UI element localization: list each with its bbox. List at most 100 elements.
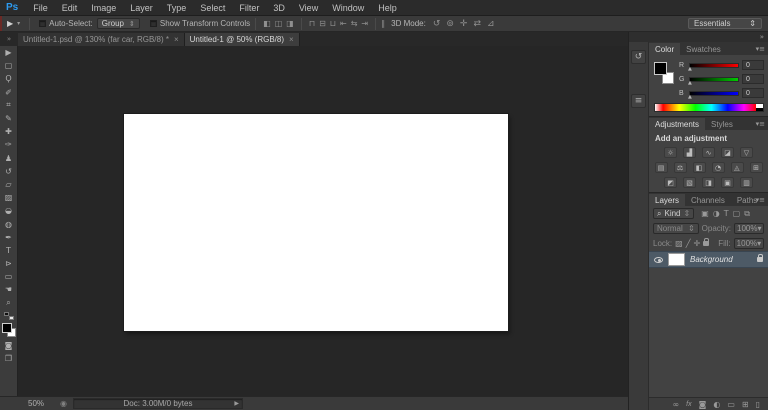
status-popup-arrow-icon[interactable]: ▶ — [234, 400, 239, 407]
screen-mode-button[interactable]: ❐ — [0, 352, 18, 365]
vibrance-icon[interactable]: ▽ — [740, 147, 753, 158]
color-lookup-icon[interactable]: ⊞ — [750, 162, 763, 173]
document-tab-untitled-1-psd[interactable]: Untitled-1.psd @ 130% (far car, RGB/8) *… — [18, 33, 185, 46]
posterize-icon[interactable]: ▧ — [683, 177, 696, 188]
tab-swatches[interactable]: Swatches — [680, 43, 727, 55]
filter-adjustment-layers-icon[interactable]: ◑ — [713, 209, 720, 219]
properties-panel-button[interactable]: ≡ — [631, 94, 646, 108]
red-value-field[interactable]: 0 — [742, 60, 764, 70]
show-transform-controls-checkbox[interactable] — [150, 20, 157, 27]
default-swap-colors-icon[interactable] — [4, 312, 14, 320]
menu-item-layer[interactable]: Layer — [123, 3, 160, 13]
align-top-edges-button[interactable]: ⊓ — [309, 19, 315, 28]
align-horizontal-centers-button[interactable]: ◫ — [275, 19, 283, 28]
zoom-level-field[interactable]: 50% — [28, 399, 54, 408]
blue-slider[interactable]: ▲ — [689, 91, 739, 96]
menu-item-image[interactable]: Image — [84, 3, 123, 13]
fill-dropdown[interactable]: 100% ▾ — [734, 238, 764, 249]
blur-tool-button[interactable]: ◒ — [0, 204, 18, 217]
green-slider[interactable]: ▲ — [689, 77, 739, 82]
move-tool-preset-icon[interactable]: ▶ — [2, 19, 17, 28]
filter-kind-dropdown[interactable]: ⌕ Kind ⇕ — [653, 208, 694, 219]
black-white-icon[interactable]: ◧ — [693, 162, 706, 173]
rectangular-marquee-tool-button[interactable]: ▢ — [0, 59, 18, 72]
menu-item-window[interactable]: Window — [325, 3, 371, 13]
3d-slide-button[interactable]: ⇄ — [470, 19, 484, 29]
menu-item-type[interactable]: Type — [160, 3, 194, 13]
clone-stamp-tool-button[interactable]: ♟ — [0, 152, 18, 165]
curves-icon[interactable]: ∿ — [702, 147, 715, 158]
gradient-tool-button[interactable]: ▨ — [0, 191, 18, 204]
panel-menu-icon[interactable]: ▾≡ — [756, 120, 765, 128]
slider-marker-icon[interactable]: ▲ — [688, 80, 692, 86]
delete-layer-icon[interactable]: ▯ — [756, 400, 760, 409]
close-icon[interactable]: × — [174, 35, 179, 44]
canvas-area[interactable] — [18, 46, 628, 396]
menu-item-file[interactable]: File — [26, 3, 55, 13]
auto-align-layers-button[interactable]: ∥ — [381, 19, 385, 28]
lock-image-pixels-icon[interactable]: ╱ — [686, 239, 691, 248]
menu-item-filter[interactable]: Filter — [232, 3, 266, 13]
collapse-panels-button[interactable]: » — [760, 33, 764, 41]
photo-filter-icon[interactable]: ◔ — [712, 162, 725, 173]
invert-icon[interactable]: ◩ — [664, 177, 677, 188]
gradient-map-icon[interactable]: ▥ — [740, 177, 753, 188]
brush-tool-button[interactable]: ✑ — [0, 138, 18, 151]
align-vertical-centers-button[interactable]: ⊟ — [319, 19, 326, 28]
distribute-center-button[interactable]: ⇆ — [351, 19, 358, 28]
eraser-tool-button[interactable]: ▱ — [0, 178, 18, 191]
3d-pan-button[interactable]: ✛ — [457, 19, 471, 29]
auto-select-checkbox[interactable] — [39, 20, 46, 27]
menu-item-select[interactable]: Select — [193, 3, 232, 13]
quick-mask-mode-button[interactable]: ◙ — [0, 339, 18, 352]
auto-select-target-dropdown[interactable]: Group ⇕ — [97, 18, 140, 29]
distribute-left-button[interactable]: ⇤ — [340, 19, 347, 28]
quick-selection-tool-button[interactable]: ✐ — [0, 86, 18, 99]
green-value-field[interactable]: 0 — [742, 74, 764, 84]
lasso-tool-button[interactable]: Ϙ — [0, 72, 18, 85]
distribute-right-button[interactable]: ⇥ — [361, 19, 368, 28]
slider-marker-icon[interactable]: ▲ — [688, 66, 692, 72]
tab-layers[interactable]: Layers — [649, 194, 685, 206]
tab-color[interactable]: Color — [649, 43, 680, 55]
align-left-edges-button[interactable]: ◧ — [263, 19, 271, 28]
panel-menu-icon[interactable]: ▾≡ — [756, 45, 765, 53]
layer-row-background[interactable]: Background — [649, 251, 768, 268]
selective-color-icon[interactable]: ▣ — [721, 177, 734, 188]
lock-transparent-pixels-icon[interactable]: ▨ — [675, 239, 683, 248]
slider-marker-icon[interactable]: ▲ — [688, 94, 692, 100]
lock-all-icon[interactable] — [703, 241, 709, 246]
tab-channels[interactable]: Channels — [685, 194, 731, 206]
tool-preset-dropdown-icon[interactable]: ▾ — [17, 20, 24, 27]
3d-orbit-button[interactable]: ↺ — [430, 19, 444, 29]
menu-item-help[interactable]: Help — [371, 3, 404, 13]
foreground-background-swatch[interactable] — [2, 323, 16, 337]
menu-item-3d[interactable]: 3D — [266, 3, 292, 13]
path-selection-tool-button[interactable]: ⊳ — [0, 257, 18, 270]
move-tool-button[interactable]: ▶ — [0, 46, 18, 59]
layer-thumbnail[interactable] — [668, 253, 685, 266]
blue-value-field[interactable]: 0 — [742, 88, 764, 98]
threshold-icon[interactable]: ◨ — [702, 177, 715, 188]
tab-styles[interactable]: Styles — [705, 118, 739, 130]
panel-menu-icon[interactable]: ▾≡ — [756, 196, 765, 204]
exposure-icon[interactable]: ◪ — [721, 147, 734, 158]
hue-saturation-icon[interactable]: ▤ — [655, 162, 668, 173]
rectangle-tool-button[interactable]: ▭ — [0, 270, 18, 283]
color-panel-swatch[interactable] — [654, 62, 674, 84]
foreground-color-swatch[interactable] — [2, 323, 12, 333]
link-layers-icon[interactable]: ∞ — [672, 400, 679, 409]
layer-visibility-eye-icon[interactable] — [654, 257, 663, 263]
3d-scale-button[interactable]: ⊿ — [484, 19, 498, 29]
document-canvas[interactable] — [124, 114, 508, 331]
filter-smart-objects-icon[interactable]: ⧉ — [744, 209, 750, 219]
filter-shape-layers-icon[interactable]: ▢ — [733, 209, 741, 219]
menu-item-view[interactable]: View — [292, 3, 325, 13]
eyedropper-tool-button[interactable]: ✎ — [0, 112, 18, 125]
history-brush-tool-button[interactable]: ↺ — [0, 165, 18, 178]
history-panel-button[interactable]: ↺ — [631, 50, 646, 64]
type-tool-button[interactable]: T — [0, 244, 18, 257]
document-info-box[interactable]: Doc: 3.00M/0 bytes ▶ — [73, 398, 243, 409]
new-group-icon[interactable]: ▭ — [727, 400, 735, 409]
crop-tool-button[interactable]: ⌗ — [0, 99, 18, 112]
